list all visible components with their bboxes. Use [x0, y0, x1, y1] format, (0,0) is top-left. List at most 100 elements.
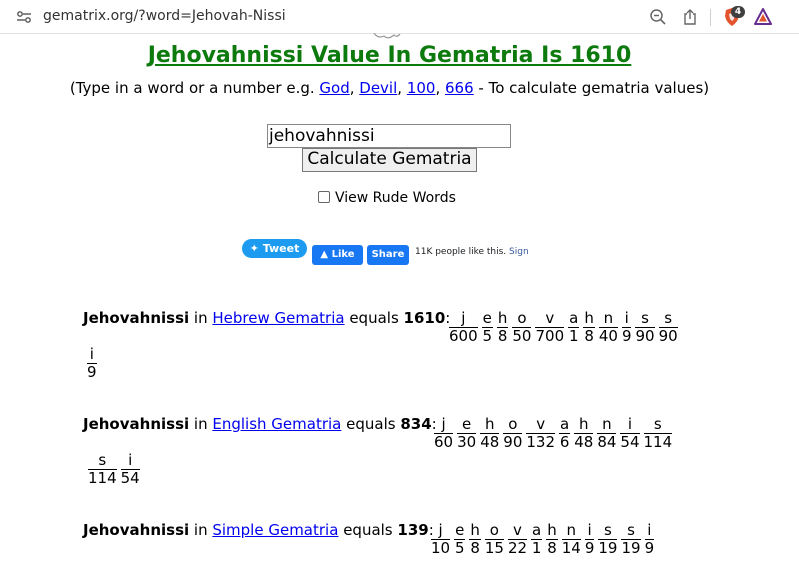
example-link-666[interactable]: 666	[445, 79, 474, 97]
letter: v	[507, 522, 528, 540]
instructions-prefix: (Type in a word or a number e.g.	[69, 79, 320, 97]
letter: s	[658, 310, 678, 328]
letter-value: 5	[454, 539, 465, 557]
letter: e	[454, 521, 466, 540]
letter: n	[597, 416, 617, 434]
letter-value: 60	[434, 433, 454, 451]
letter-value-column: h8	[496, 309, 509, 345]
letter-value-column: h 48	[480, 416, 500, 451]
letter: i	[644, 522, 655, 540]
letter-value-column: s 114	[88, 452, 117, 487]
address-bar[interactable]: gematrix.org/?word=Jehovah-Nissi 4	[0, 0, 799, 34]
letter: i	[120, 452, 140, 470]
example-link-god[interactable]: God	[319, 79, 349, 97]
result-word: Jehovahnissi	[83, 309, 190, 327]
text-in: in	[189, 521, 213, 539]
letter-value-column: j 600	[449, 310, 478, 345]
example-link-devil[interactable]: Devil	[359, 79, 397, 97]
letter-value: 9	[87, 363, 97, 381]
letter-value: 54	[620, 433, 640, 451]
like-label: Like	[331, 249, 355, 260]
text-equals: equals	[344, 309, 404, 327]
facebook-like-button[interactable]: ▲ Like	[312, 245, 363, 265]
page-title: Jehovahnissi Value In Gematria Is 1610	[147, 43, 632, 68]
tweet-button[interactable]: ✦ Tweet	[242, 239, 307, 258]
letter-value-column: v 132	[526, 416, 556, 451]
result-hebrew: Jehovahnissi in Hebrew Gematria equals 1…	[83, 309, 450, 327]
letter: o	[503, 416, 523, 434]
instructions: (Type in a word or a number e.g. God, De…	[69, 79, 710, 97]
rude-words-checkbox[interactable]	[318, 191, 330, 203]
letter-value: 90	[503, 433, 523, 451]
english-gematria-link[interactable]: English Gematria	[212, 415, 341, 433]
rude-words-label[interactable]: View Rude Words	[335, 190, 456, 206]
letter-value-column: i9	[644, 522, 655, 557]
letter: h	[480, 416, 500, 434]
letter-value: 15	[484, 539, 504, 557]
letter: s	[643, 416, 673, 434]
letter: v	[535, 310, 565, 328]
letter-value: 84	[597, 433, 617, 451]
letter: i	[584, 522, 595, 540]
like-count-text: 11K people like this.	[415, 247, 507, 257]
letter: n	[561, 522, 581, 540]
url-text[interactable]: gematrix.org/?word=Jehovah-Nissi	[43, 8, 286, 24]
letter: i	[87, 346, 97, 364]
letter-value: 19	[598, 539, 618, 557]
letter: s	[635, 310, 655, 328]
letter: h	[546, 521, 558, 540]
letter: n	[598, 310, 618, 328]
letter: a	[559, 415, 571, 434]
letter-value-column: s 90	[658, 310, 678, 345]
letter-value-column: h8	[546, 522, 558, 557]
letter-value-column: o 50	[512, 310, 532, 345]
letter-value: 114	[88, 469, 117, 487]
letter-value: 1	[568, 327, 579, 345]
letter-value: 8	[470, 539, 480, 557]
toolbar-separator	[710, 9, 711, 26]
letter: s	[598, 522, 618, 540]
result-word: Jehovahnissi	[83, 521, 190, 539]
letter-value: 48	[574, 433, 594, 451]
result-total: 834	[400, 415, 432, 433]
zoom-out-icon[interactable]	[649, 8, 667, 26]
word-input[interactable]: jehovahnissi	[267, 124, 511, 148]
share-icon[interactable]	[681, 8, 699, 26]
facebook-sign-link[interactable]: Sign	[509, 247, 529, 257]
result-word: Jehovahnissi	[83, 415, 190, 433]
twitter-bird-icon: ✦	[249, 242, 259, 255]
letter: s	[88, 452, 117, 470]
letter-value-column: s 19	[598, 522, 618, 557]
letter-value-column: a1	[531, 521, 543, 557]
letter: h	[496, 309, 509, 328]
letter-value: 700	[535, 327, 565, 345]
letter-value-column: e5	[454, 521, 466, 557]
simple-gematria-link[interactable]: Simple Gematria	[212, 521, 338, 539]
letter-value: 90	[635, 327, 655, 345]
letter-value-column: i9	[584, 522, 595, 557]
letter-value: 9	[584, 539, 595, 557]
letter-value-column: i9	[87, 346, 97, 381]
text-equals: equals	[341, 415, 401, 433]
letter-value-column: o 15	[484, 522, 504, 557]
facebook-share-button[interactable]: Share	[367, 245, 409, 265]
site-logo-icon	[373, 33, 401, 39]
letter-breakdown-hebrew-wrap: i9	[87, 346, 101, 381]
letter-value-column: s 114	[643, 416, 673, 451]
letter: h	[574, 416, 594, 434]
site-settings-icon[interactable]	[16, 10, 32, 24]
brave-rewards-icon[interactable]	[754, 8, 772, 26]
letter-value-column: h8	[583, 310, 595, 345]
example-link-100[interactable]: 100	[407, 79, 436, 97]
letter: e	[481, 309, 493, 328]
hebrew-gematria-link[interactable]: Hebrew Gematria	[212, 309, 344, 327]
calculate-gematria-button[interactable]: Calculate Gematria	[302, 148, 477, 172]
letter-value: 8	[497, 327, 508, 345]
letter-breakdown-simple: j 10 e 5 h 8 o 15 v 22 a 1 h 8 n 14 i 9 s 19 s 19 i 9	[431, 522, 658, 557]
result-total: 1610	[403, 309, 446, 327]
letter-value-column: i9	[621, 310, 632, 345]
letter-value-column: s 19	[621, 522, 641, 557]
letter-breakdown-english: j 60 e 30 h 48 o 90 v 132 a 6 h 48 n 84 i 54 s 114	[434, 416, 676, 451]
facebook-like-count: 11K people like this. Sign	[415, 246, 535, 263]
letter: a	[531, 521, 543, 540]
